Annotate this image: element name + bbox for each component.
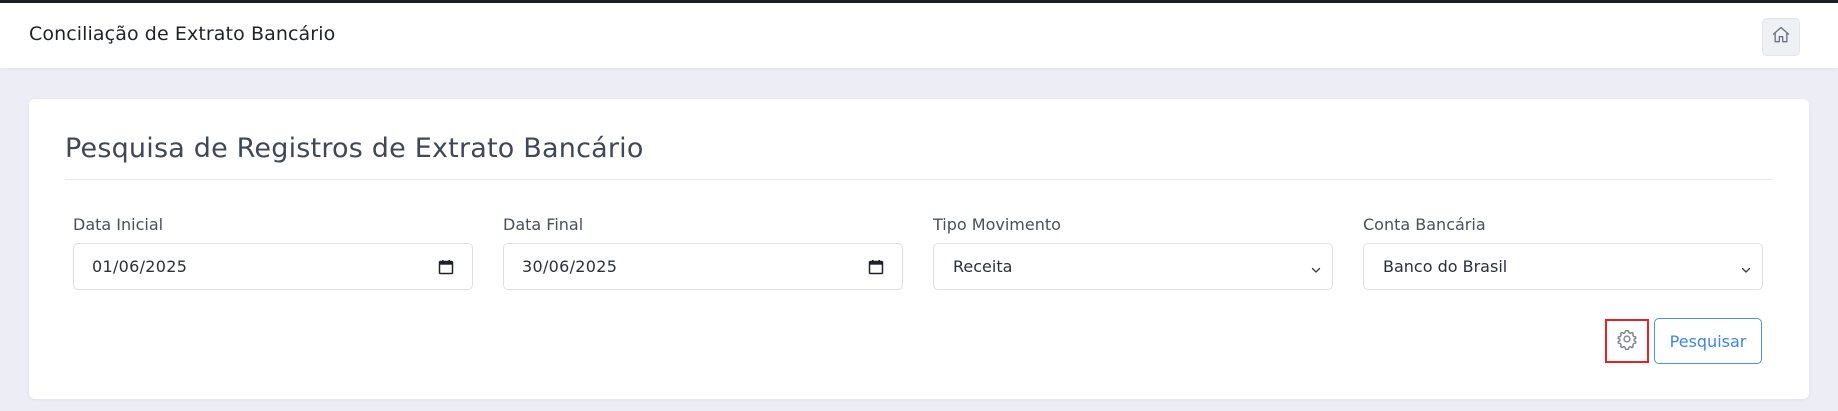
home-icon (1771, 25, 1791, 49)
start-date-field: Data Inicial 01/06/2025 (73, 215, 473, 290)
start-date-label: Data Inicial (73, 215, 164, 234)
end-date-value: 30/06/2025 (522, 257, 618, 276)
bank-account-label: Conta Bancária (1363, 215, 1486, 234)
bank-account-value: Banco do Brasil (1383, 257, 1508, 276)
movement-type-label: Tipo Movimento (933, 215, 1061, 234)
end-date-field: Data Final 30/06/2025 (503, 215, 903, 290)
start-date-value: 01/06/2025 (92, 257, 188, 276)
top-bar: Conciliação de Extrato Bancário (0, 0, 1838, 68)
movement-type-field: Tipo Movimento Receita (933, 215, 1333, 290)
bank-account-select[interactable]: Banco do Brasil (1363, 243, 1763, 290)
home-button[interactable] (1762, 18, 1800, 56)
search-card: Pesquisa de Registros de Extrato Bancári… (29, 99, 1809, 399)
movement-type-select[interactable]: Receita (933, 243, 1333, 290)
end-date-label: Data Final (503, 215, 584, 234)
start-date-input[interactable]: 01/06/2025 (73, 243, 473, 290)
card-divider (65, 179, 1773, 180)
chevron-down-icon (1740, 261, 1752, 273)
search-button[interactable]: Pesquisar (1654, 318, 1762, 364)
calendar-icon[interactable] (868, 259, 884, 275)
calendar-icon[interactable] (438, 259, 454, 275)
bank-account-field: Conta Bancária Banco do Brasil (1363, 215, 1763, 290)
end-date-input[interactable]: 30/06/2025 (503, 243, 903, 290)
chevron-down-icon (1310, 261, 1322, 273)
movement-type-value: Receita (953, 257, 1013, 276)
settings-button[interactable] (1605, 319, 1649, 363)
card-title: Pesquisa de Registros de Extrato Bancári… (65, 133, 644, 164)
gear-icon (1616, 328, 1638, 354)
page-title: Conciliação de Extrato Bancário (29, 23, 336, 45)
